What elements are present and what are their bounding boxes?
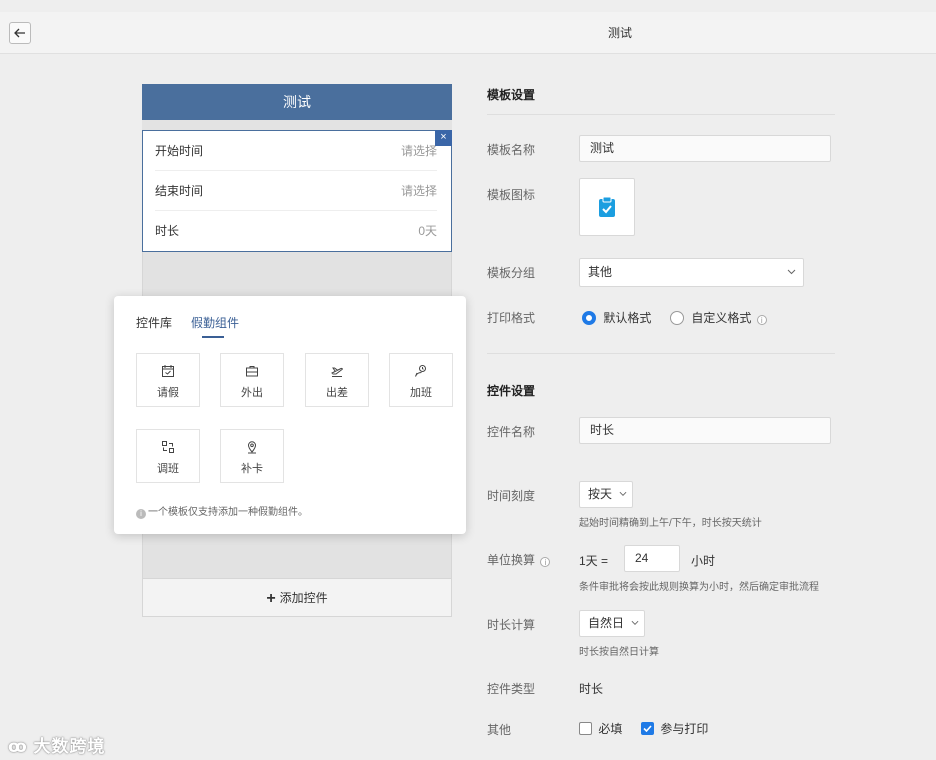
plus-icon: + <box>266 590 276 607</box>
form-row-end-time[interactable]: 结束时间 请选择 <box>155 171 437 211</box>
checkbox-checked-icon <box>641 722 654 735</box>
person-clock-icon <box>415 365 426 377</box>
duration-calc-label: 时长计算 <box>487 618 536 632</box>
component-label: 出差 <box>326 387 348 399</box>
template-settings-title: 模板设置 <box>487 88 536 102</box>
component-leave[interactable]: 请假 <box>136 353 200 407</box>
time-scale-label: 时间刻度 <box>487 489 536 503</box>
add-control-label: 添加控件 <box>279 591 328 605</box>
component-label: 外出 <box>241 387 263 399</box>
time-scale-select[interactable]: 按天 <box>579 481 633 508</box>
time-scale-hint: 起始时间精确到上午/下午，时长按天统计 <box>579 518 762 529</box>
duration-calc-select[interactable]: 自然日 <box>579 610 645 637</box>
duration-calc-value: 自然日 <box>588 616 625 630</box>
form-row-value: 请选择 <box>400 144 437 158</box>
control-type-label: 控件类型 <box>487 682 536 696</box>
watermark-logo-icon: ꝏ <box>8 737 34 756</box>
unit-prefix: 1天 = <box>579 554 609 568</box>
active-tab-indicator <box>202 336 224 338</box>
duration-calc-hint: 时长按自然日计算 <box>579 647 659 658</box>
form-row-label: 时长 <box>155 224 180 238</box>
chevron-down-icon <box>787 269 796 275</box>
component-overtime[interactable]: 加班 <box>389 353 453 407</box>
template-group-select[interactable]: 其他 <box>579 258 804 287</box>
tab-control-library[interactable]: 控件库 <box>136 314 172 331</box>
component-missed-punch[interactable]: 补卡 <box>220 429 284 483</box>
template-group-label: 模板分组 <box>487 266 536 280</box>
checkbox-unchecked-icon <box>579 722 592 735</box>
print-include-checkbox[interactable]: 参与打印 <box>641 720 708 737</box>
print-format-custom-label: 自定义格式 <box>691 311 752 325</box>
required-label: 必填 <box>598 722 623 736</box>
component-label: 调班 <box>157 463 179 475</box>
component-label: 补卡 <box>241 463 263 475</box>
remove-component-button[interactable]: × <box>435 130 452 146</box>
preview-divider <box>142 120 452 130</box>
watermark-text: 大数跨境 <box>33 737 106 756</box>
form-row-value: 请选择 <box>400 184 437 198</box>
tab-attendance-components[interactable]: 假勤组件 <box>191 314 239 331</box>
briefcase-icon <box>246 366 258 377</box>
component-business-trip[interactable]: 出差 <box>305 353 369 407</box>
control-type-value: 时长 <box>579 682 604 696</box>
form-row-label: 结束时间 <box>155 184 204 198</box>
chevron-down-icon <box>619 491 627 496</box>
template-group-value: 其他 <box>588 265 613 279</box>
add-control-button[interactable]: + 添加控件 <box>142 578 452 617</box>
form-row-duration[interactable]: 时长 0天 <box>155 211 437 251</box>
section-divider <box>487 114 835 115</box>
print-format-default-label: 默认格式 <box>603 311 652 325</box>
radio-selected-icon <box>582 311 596 325</box>
component-label: 加班 <box>410 387 432 399</box>
template-icon-label: 模板图标 <box>487 188 536 202</box>
unit-conversion-hint: 条件审批将会按此规则换算为小时，然后确定审批流程 <box>579 582 819 593</box>
other-label: 其他 <box>487 723 512 737</box>
print-format-label: 打印格式 <box>487 311 536 325</box>
unit-conversion-label: 单位换算 i <box>487 551 552 568</box>
form-row-label: 开始时间 <box>155 144 204 158</box>
plane-icon <box>331 367 343 377</box>
required-checkbox[interactable]: 必填 <box>579 720 622 737</box>
watermark: ꝏ 大数跨境 <box>8 732 106 757</box>
info-icon[interactable]: i <box>756 315 767 325</box>
section-divider <box>487 353 835 354</box>
top-bar: 测试 <box>0 12 936 54</box>
print-format-custom[interactable]: 自定义格式 i <box>670 309 769 326</box>
unit-suffix: 小时 <box>691 554 716 568</box>
chevron-down-icon <box>631 620 639 625</box>
component-label: 请假 <box>157 387 179 399</box>
page-title: 测试 <box>607 26 632 40</box>
print-include-label: 参与打印 <box>660 722 709 736</box>
template-icon-picker[interactable] <box>579 178 635 236</box>
info-icon: i <box>136 509 146 519</box>
component-shift-swap[interactable]: 调班 <box>136 429 200 483</box>
info-icon[interactable]: i <box>540 557 551 567</box>
control-settings-title: 控件设置 <box>487 384 536 398</box>
control-name-label: 控件名称 <box>487 425 536 439</box>
unit-conversion-label-text: 单位换算 <box>487 553 536 567</box>
clipboard-check-icon <box>599 196 615 217</box>
duration-component-card[interactable]: 开始时间 请选择 结束时间 请选择 时长 0天 <box>142 130 452 252</box>
component-picker-popup: 控件库 假勤组件 请假 外出 出差 加班 调班 补卡 i 一个模板仅支持添加一种假… <box>114 296 466 534</box>
popup-note: i 一个模板仅支持添加一种假勤组件。 <box>136 503 308 519</box>
template-name-input[interactable]: 测试 <box>579 135 831 162</box>
form-row-value: 0天 <box>418 224 437 238</box>
control-name-input[interactable]: 时长 <box>579 417 831 444</box>
print-format-default[interactable]: 默认格式 <box>582 309 651 326</box>
template-name-label: 模板名称 <box>487 143 536 157</box>
component-outing[interactable]: 外出 <box>220 353 284 407</box>
swap-shift-icon <box>162 441 174 453</box>
unit-hours-input[interactable]: 24 <box>624 545 680 572</box>
form-row-start-time[interactable]: 开始时间 请选择 <box>155 131 437 171</box>
popup-note-text: 一个模板仅支持添加一种假勤组件。 <box>148 507 308 518</box>
location-pin-icon <box>247 441 257 454</box>
time-scale-value: 按天 <box>588 487 613 501</box>
calendar-check-icon <box>162 365 174 377</box>
preview-title: 测试 <box>142 84 452 120</box>
radio-unselected-icon <box>670 311 684 325</box>
